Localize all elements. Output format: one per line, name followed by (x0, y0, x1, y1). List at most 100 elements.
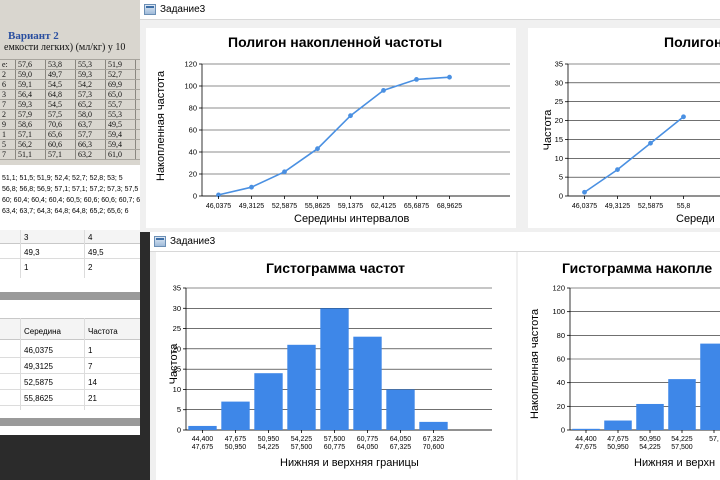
series-line (218, 76, 450, 196)
chart3-xlabel: Нижняя и верхняя границы (280, 457, 419, 469)
photo-table-cell: 56,2 (18, 140, 32, 149)
window-back: Задание3 Полигон накопленной частоты Нак… (140, 0, 720, 232)
grid2-cell[interactable]: 52,5875 (24, 378, 53, 387)
grid2-cell[interactable]: 21 (88, 394, 97, 403)
grid1-cell[interactable]: 2 (88, 263, 92, 272)
photo-table-cell: 51,1 (18, 150, 32, 159)
grid2-header-frequency[interactable]: Частота (88, 327, 118, 336)
photo-table-cell: 55,3 (78, 60, 92, 69)
window-front-titlebar[interactable]: Задание3 (150, 232, 720, 252)
photo-table-cell: 65,2 (78, 100, 92, 109)
x-tick-label: 44,400 (575, 436, 597, 443)
table-row[interactable] (0, 342, 140, 358)
horizontal-scrollbar[interactable] (0, 292, 140, 300)
grid2-cell[interactable]: 14 (88, 378, 97, 387)
photo-table-cell: 54,2 (78, 80, 92, 89)
x-tick-label: 55,8 (677, 203, 691, 210)
x-tick-label: 50,950 (607, 444, 629, 451)
x-tick-label: 52,5875 (272, 203, 297, 210)
photo-table-cell: 60,6 (48, 140, 62, 149)
horizontal-scrollbar[interactable] (0, 418, 140, 426)
x-tick-label: 70,600 (423, 444, 445, 451)
window-back-titlebar[interactable]: Задание3 (140, 0, 720, 20)
table-row[interactable] (0, 390, 140, 406)
x-tick-label: 57,500 (324, 436, 346, 443)
photo-row-label: 2 (2, 70, 6, 79)
x-tick-label: 57, (709, 436, 719, 443)
y-tick-label: 20 (557, 402, 565, 411)
photo-table-cell: 63,7 (78, 120, 92, 129)
photo-table: е: 2 6 3 7 2 9 1 5 7 57,6 53,8 55,3 51,9 59,0 49,7 59,3 5… (0, 59, 140, 160)
photo-table-cell: 70,6 (48, 120, 62, 129)
grid2-cell[interactable]: 49,3125 (24, 362, 53, 371)
photo-table-cell: 57,1 (48, 150, 62, 159)
bar (668, 379, 696, 430)
chart-frequency-histogram: Гистограмма частот Частота 0 5 10 15 20 25 30 3… (156, 252, 516, 480)
photo-table-cell: 69,9 (108, 80, 122, 89)
photo-table-cell: 57,6 (18, 60, 32, 69)
bar (221, 401, 250, 430)
grid-view-2[interactable]: Середина Частота 46,0375 1 49,3125 7 52,5875… (0, 300, 140, 435)
y-tick-label: 10 (173, 385, 181, 394)
x-tick-label: 54,225 (258, 444, 280, 451)
chart3-plot: 0510152025303544,40047,67547,67550,95050… (173, 284, 492, 451)
photo-table-cell: 59,3 (18, 100, 32, 109)
photo-table-cell: 58,6 (18, 120, 32, 129)
photo-table-cell: 51,9 (108, 60, 122, 69)
grid1-cell[interactable]: 49,5 (88, 248, 104, 257)
x-tick-label: 49,3125 (605, 203, 630, 210)
bar (353, 336, 382, 430)
x-tick-label: 46,0375 (572, 203, 597, 210)
photo-table-cell: 54,5 (48, 80, 62, 89)
photo-row-label: 7 (2, 150, 6, 159)
photo-row-label: 1 (2, 130, 6, 139)
photo-table-cell: 61,0 (108, 150, 122, 159)
photo-row-label: 7 (2, 100, 6, 109)
grid2-cell[interactable]: 1 (88, 346, 92, 355)
y-tick-label: 80 (189, 104, 197, 113)
grid2-cell[interactable]: 46,0375 (24, 346, 53, 355)
chart-cumulative-histogram: Гистограмма накопле Накопленная частота … (518, 252, 720, 480)
photo-table-cell: 64,8 (48, 90, 62, 99)
photo-subtitle: емкости легких) (мл/кг) у 10 (4, 42, 126, 53)
y-tick-label: 30 (555, 78, 563, 87)
photo-table-cell: 66,3 (78, 140, 92, 149)
grid1-cell[interactable]: 1 (24, 263, 28, 272)
photo-table-cell: 59,3 (78, 70, 92, 79)
raw-data-line: 63,4; 63,7; 64,3; 64,8; 64,8; 65,2; 65,6… (2, 208, 129, 215)
grid1-col3-header: 3 (24, 233, 29, 242)
grid1-col4-header: 4 (88, 233, 93, 242)
x-tick-label: 47,675 (192, 444, 214, 451)
table-row[interactable] (0, 374, 140, 390)
y-tick-label: 0 (193, 192, 197, 201)
grid-view-1[interactable]: 3 4 49,3 49,5 1 2 (0, 230, 140, 300)
photo-heading: Вариант 2 (8, 30, 59, 42)
data-point (315, 146, 320, 152)
grid1-cell[interactable]: 49,3 (24, 248, 40, 257)
x-tick-label: 54,225 (671, 436, 693, 443)
photo-table-cell: 59,1 (18, 80, 32, 89)
photo-table-cell: 56,4 (18, 90, 32, 99)
y-tick-label: 35 (173, 284, 181, 293)
y-tick-label: 20 (189, 170, 197, 179)
x-tick-label: 49,3125 (239, 203, 264, 210)
grid2-cell[interactable]: 55,8625 (24, 394, 53, 403)
table-row[interactable] (0, 358, 140, 374)
bar (700, 343, 720, 430)
x-tick-label: 47,675 (607, 436, 629, 443)
photo-table-cell: 58,0 (78, 110, 92, 119)
chart4-xlabel: Нижняя и верхн (634, 457, 716, 469)
y-tick-label: 60 (189, 126, 197, 135)
grid2-cell[interactable]: 7 (88, 362, 92, 371)
x-tick-label: 54,225 (291, 436, 313, 443)
chart-frequency-polygon: Полигон Частота 0 5 10 15 20 25 30 35 46,0375 49,… (528, 28, 720, 228)
x-tick-label: 44,400 (192, 436, 214, 443)
x-tick-label: 67,325 (390, 444, 412, 451)
data-point (648, 140, 653, 146)
grid2-header-midpoint[interactable]: Середина (24, 327, 61, 336)
x-tick-label: 59,1375 (338, 203, 363, 210)
y-tick-label: 100 (184, 82, 197, 91)
raw-data-line: 60; 60,4; 60,4; 60,4; 60,5; 60,6; 60,6; … (2, 197, 140, 204)
data-point (348, 113, 353, 119)
window-front: Задание3 Гистограмма частот Частота 0 5 10… (150, 232, 720, 480)
